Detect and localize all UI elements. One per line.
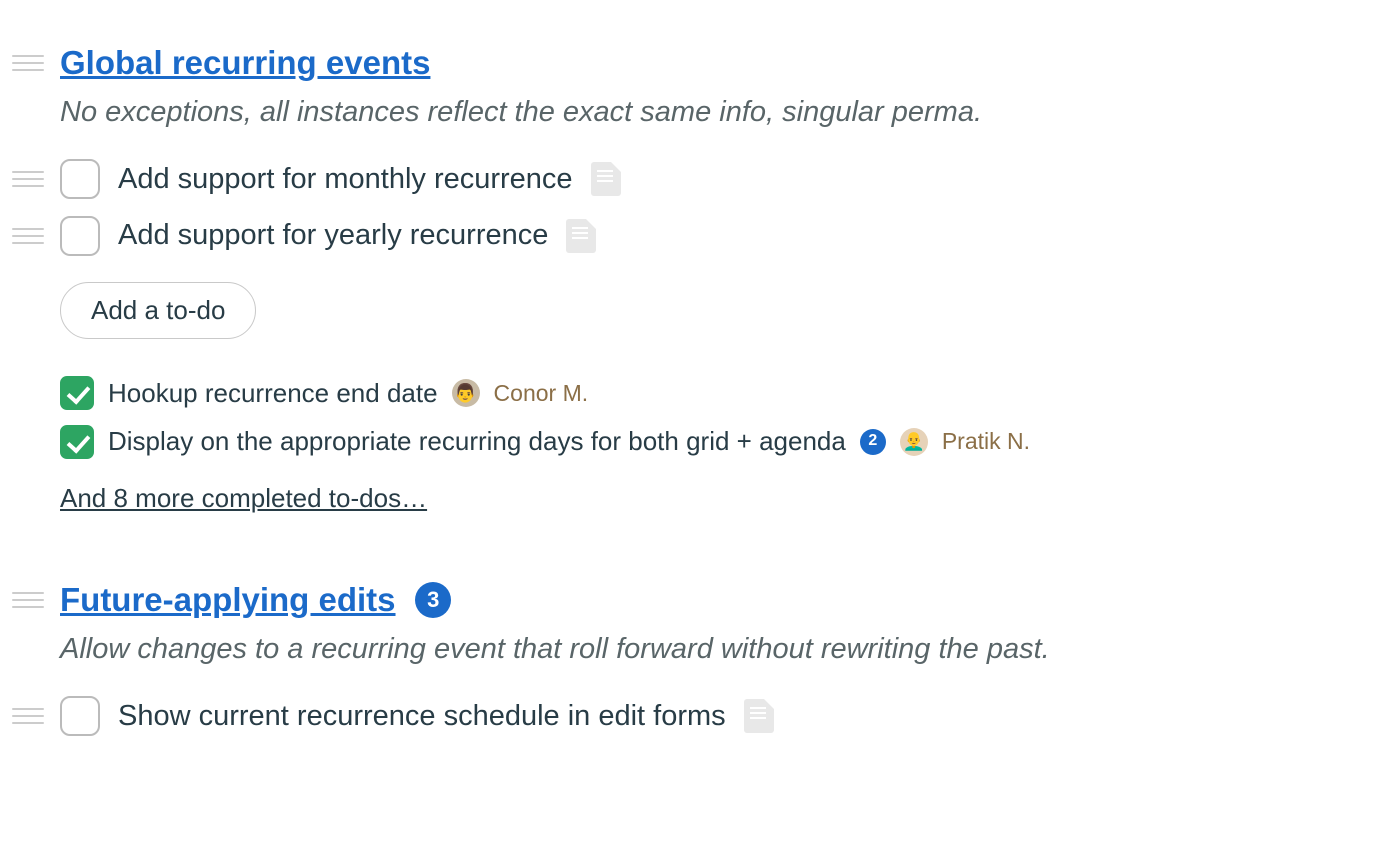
note-icon[interactable] xyxy=(566,219,596,253)
avatar[interactable]: 👨 xyxy=(452,379,480,407)
todo-checkbox-checked[interactable] xyxy=(60,425,94,459)
assignee-name: Conor M. xyxy=(494,377,589,409)
add-todo-button[interactable]: Add a to-do xyxy=(60,282,256,339)
todo-text: Display on the appropriate recurring day… xyxy=(108,423,846,459)
section-header: Global recurring events xyxy=(60,40,1332,86)
todo-text: Add support for monthly recurrence xyxy=(118,159,573,200)
todo-text: Show current recurrence schedule in edit… xyxy=(118,696,726,737)
section-description: Allow changes to a recurring event that … xyxy=(60,629,1332,670)
section-header: Future-applying edits 3 xyxy=(60,577,1332,623)
section-title-link[interactable]: Future-applying edits xyxy=(60,581,396,618)
section-title-link[interactable]: Global recurring events xyxy=(60,44,430,81)
todo-section: Future-applying edits 3 Allow changes to… xyxy=(60,577,1332,744)
drag-handle-icon[interactable] xyxy=(12,171,44,187)
completed-list: Hookup recurrence end date 👨 Conor M. Di… xyxy=(60,369,1332,466)
drag-handle-icon[interactable] xyxy=(12,592,44,608)
drag-handle-icon[interactable] xyxy=(12,228,44,244)
section-count-badge: 3 xyxy=(415,582,451,618)
todo-checkbox[interactable] xyxy=(60,216,100,256)
note-icon[interactable] xyxy=(591,162,621,196)
assignee-name: Pratik N. xyxy=(942,425,1030,457)
avatar[interactable]: 👨‍🦲 xyxy=(900,428,928,456)
todo-checkbox[interactable] xyxy=(60,159,100,199)
comment-count-badge[interactable]: 2 xyxy=(860,429,886,455)
note-icon[interactable] xyxy=(744,699,774,733)
drag-handle-icon[interactable] xyxy=(12,55,44,71)
completed-todo-item[interactable]: Hookup recurrence end date 👨 Conor M. xyxy=(60,369,1332,417)
todo-item[interactable]: Add support for monthly recurrence xyxy=(60,151,1332,208)
todo-item[interactable]: Add support for yearly recurrence xyxy=(60,207,1332,264)
completed-todo-item[interactable]: Display on the appropriate recurring day… xyxy=(60,417,1332,465)
more-completed-link[interactable]: And 8 more completed to-dos… xyxy=(60,480,427,516)
todo-section: Global recurring events No exceptions, a… xyxy=(60,40,1332,517)
todo-item[interactable]: Show current recurrence schedule in edit… xyxy=(60,688,1332,745)
todo-checkbox[interactable] xyxy=(60,696,100,736)
drag-handle-icon[interactable] xyxy=(12,708,44,724)
todo-text: Add support for yearly recurrence xyxy=(118,215,548,256)
todo-text: Hookup recurrence end date xyxy=(108,375,438,411)
section-description: No exceptions, all instances reflect the… xyxy=(60,92,1332,133)
todo-checkbox-checked[interactable] xyxy=(60,376,94,410)
